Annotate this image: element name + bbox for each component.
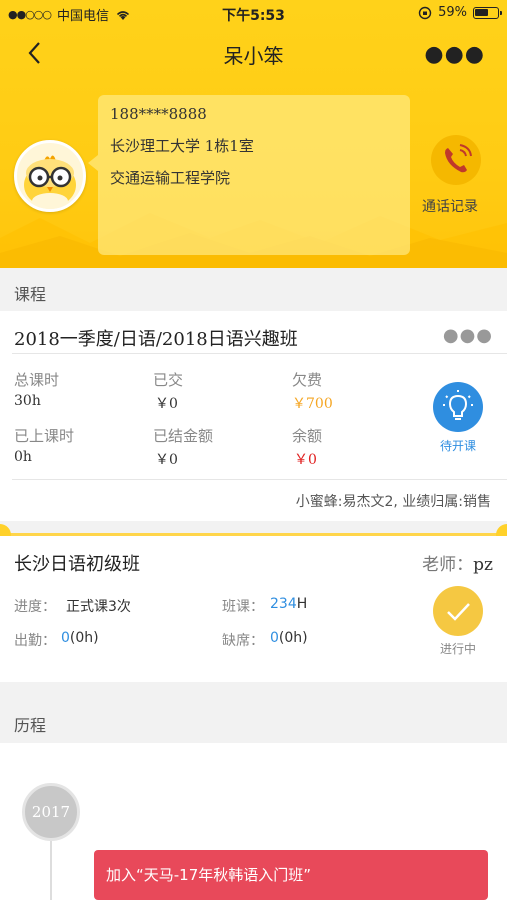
balance-label: 余额	[292, 427, 323, 445]
history-event-card[interactable]: 加入“天马-17年秋韩语入门班”	[94, 850, 488, 900]
attendance-count: 0	[61, 630, 70, 646]
balance-value: ￥0	[294, 452, 317, 468]
lessons-hours: 234	[270, 596, 297, 612]
in-progress-status-button[interactable]	[433, 586, 483, 636]
contact-info-card: 188****8888 长沙理工大学 1栋1室 交通运输工程学院	[88, 95, 410, 255]
absence-hours: (0h)	[278, 630, 308, 646]
total-hours-value: 30h	[14, 393, 41, 409]
arrears-value: ￥700	[292, 396, 333, 412]
paid-label: 已交	[153, 371, 184, 389]
battery-percent: 59%	[438, 5, 467, 20]
teacher-label: 老师：	[422, 555, 474, 575]
lessons-label: 班课：	[222, 599, 264, 615]
seller-info: 小蜜蜂:易杰文2, 业绩归属:销售	[295, 494, 491, 510]
progress-value: 正式课3次	[66, 599, 131, 615]
checkmark-icon	[447, 603, 470, 621]
lessons-value: 234H	[270, 596, 307, 612]
teacher-info: 老师：pz	[422, 550, 493, 575]
college: 交通运输工程学院	[110, 169, 231, 187]
paid-value: ￥0	[155, 396, 178, 412]
history-section-title: 历程	[14, 716, 47, 735]
teacher-name: pz	[473, 555, 493, 575]
attended-hours-label: 已上课时	[14, 427, 75, 445]
avatar[interactable]	[14, 140, 86, 212]
absence-label: 缺席：	[222, 633, 264, 649]
pending-status-label: 待开课	[440, 439, 477, 453]
pending-status-button[interactable]	[433, 382, 483, 432]
address: 长沙理工大学 1栋1室	[110, 137, 254, 155]
course-card[interactable]: 2018一季度/日语/2018日语兴趣班 ●●● 总课时 30h 已交 ￥0 欠…	[0, 311, 507, 521]
attended-hours-value: 0h	[14, 449, 32, 465]
attendance-hours: (0h)	[69, 630, 99, 646]
battery-icon	[473, 6, 502, 19]
history-event-text: 加入“天马-17年秋韩语入门班”	[106, 866, 312, 884]
rotation-lock-icon	[418, 6, 432, 19]
course-name: 2018一季度/日语/2018日语兴趣班	[14, 329, 298, 350]
divider	[12, 353, 507, 354]
call-log-button[interactable]	[431, 135, 481, 185]
course-more-button[interactable]: ●●●	[443, 325, 493, 346]
chick-avatar-icon	[24, 155, 76, 209]
profile-header: ●●○○○ 中国电信 下午5:53 59% 呆小笨 ●●● 188****888…	[0, 0, 507, 268]
arrears-label: 欠费	[292, 371, 323, 389]
settled-amount-value: ￥0	[155, 452, 178, 468]
in-progress-status-label: 进行中	[440, 642, 477, 656]
lightbulb-icon	[443, 390, 473, 420]
year-node: 2017	[22, 783, 80, 841]
settled-amount-label: 已结金额	[153, 427, 214, 445]
absence-value[interactable]: 0(0h)	[270, 630, 308, 646]
phone-icon	[445, 144, 472, 173]
absence-count: 0	[270, 630, 279, 646]
phone-number[interactable]: 188****8888	[110, 105, 207, 123]
status-bar: ●●○○○ 中国电信 下午5:53 59%	[0, 0, 507, 28]
course-section-title: 课程	[14, 285, 47, 304]
attendance-label: 出勤：	[14, 633, 56, 649]
attendance-value[interactable]: 0(0h)	[61, 630, 99, 646]
divider	[12, 479, 507, 480]
class-name: 长沙日语初级班	[14, 554, 140, 575]
timeline-stem	[50, 841, 52, 900]
total-hours-label: 总课时	[14, 371, 60, 389]
more-options-button[interactable]: ●●●	[424, 42, 485, 67]
lessons-unit: H	[296, 596, 308, 612]
class-card[interactable]: 长沙日语初级班 老师：pz 进度： 正式课3次 班课： 234H 出勤： 0(0…	[0, 536, 507, 682]
progress-label: 进度：	[14, 599, 56, 615]
call-log-label[interactable]: 通话记录	[422, 196, 478, 216]
